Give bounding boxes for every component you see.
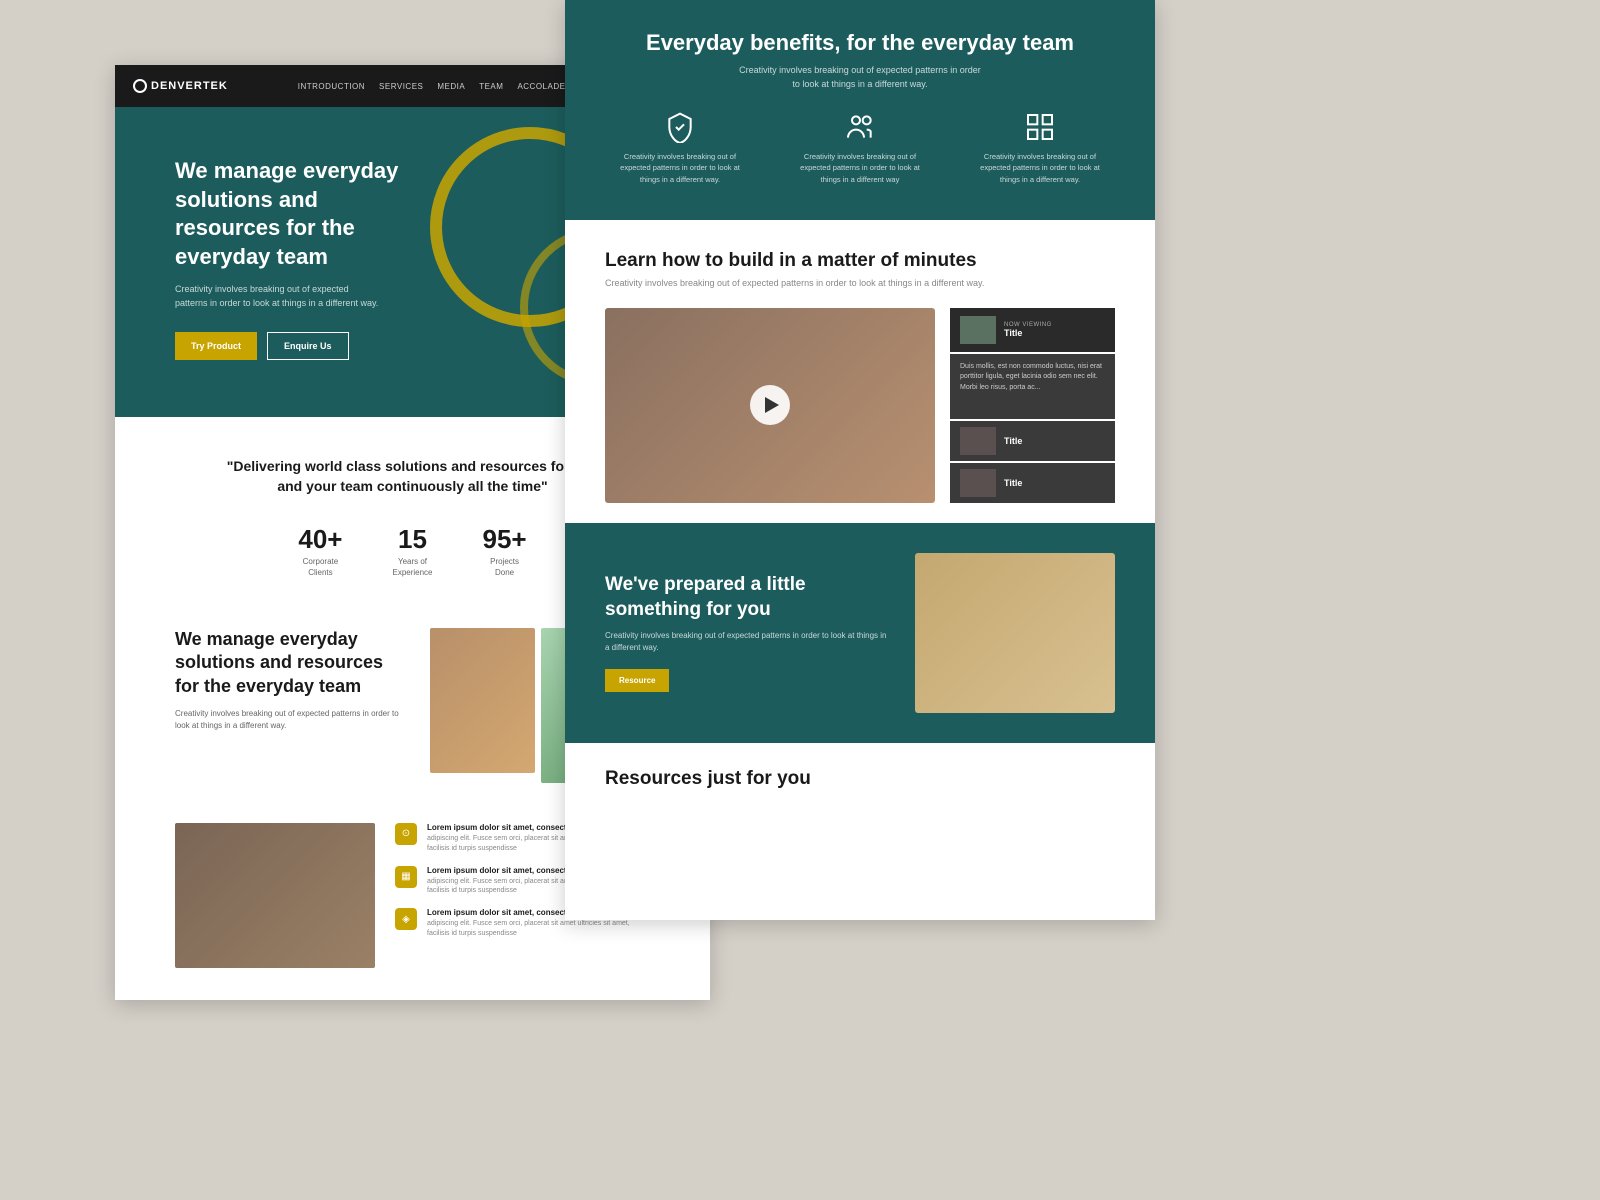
prepared-section: We've prepared a littlesomething for you…	[565, 523, 1155, 743]
prepared-image	[915, 553, 1115, 713]
nav-introduction[interactable]: INTRODUCTION	[298, 82, 365, 91]
feature-desc-3: adipiscing elit. Fusce sem orci, placera…	[427, 919, 650, 939]
benefits-subtitle: Creativity involves breaking out of expe…	[605, 64, 1115, 91]
manage-title: We manage everyday solutions and resourc…	[175, 628, 400, 698]
stat-value-years: 15	[392, 524, 432, 555]
stat-label-clients: CorporateClients	[298, 557, 342, 578]
now-viewing-title: Title	[1004, 328, 1105, 338]
video-list-item-2[interactable]: Title	[950, 463, 1115, 503]
build-subtitle: Creativity involves breaking out of expe…	[605, 278, 1115, 288]
video-thumbnail-2	[960, 469, 996, 497]
features-group-image	[175, 823, 375, 968]
logo-icon	[133, 79, 147, 93]
benefit-item-3: Creativity involves breaking out of expe…	[975, 111, 1105, 185]
stats-quote: "Delivering world class solutions and re…	[213, 457, 613, 496]
stat-value-clients: 40+	[298, 524, 342, 555]
enquire-button[interactable]: Enquire Us	[267, 332, 349, 360]
video-player	[605, 308, 935, 503]
people-icon	[844, 111, 876, 143]
feature-icon-3: ◈	[395, 908, 417, 930]
resources-section: Resources just for you	[565, 743, 1155, 810]
stat-label-projects: ProjectsDone	[483, 557, 527, 578]
benefits-icons: Creativity involves breaking out of expe…	[605, 111, 1115, 185]
video-item-title-2: Title	[1004, 478, 1022, 488]
benefit-desc-1: Creativity involves breaking out of expe…	[615, 151, 745, 185]
stat-label-years: Years ofExperience	[392, 557, 432, 578]
prepared-desc: Creativity involves breaking out of expe…	[605, 630, 890, 654]
nav-media[interactable]: MEDIA	[437, 82, 465, 91]
build-section: Learn how to build in a matter of minute…	[565, 220, 1155, 523]
manage-text: We manage everyday solutions and resourc…	[175, 628, 400, 732]
now-viewing-item: NOW VIEWING Title	[950, 308, 1115, 352]
person-image-1	[430, 628, 535, 773]
grid-icon	[1024, 111, 1056, 143]
video-thumbnail-1	[960, 427, 996, 455]
resource-button[interactable]: Resource	[605, 669, 669, 692]
video-desc-text: Duis mollis, est non commodo luctus, nis…	[960, 362, 1105, 394]
shield-check-icon	[664, 111, 696, 143]
prepared-title: We've prepared a littlesomething for you	[605, 573, 890, 622]
manage-desc: Creativity involves breaking out of expe…	[175, 708, 400, 732]
manage-image-1	[430, 628, 535, 773]
resources-title: Resources just for you	[605, 768, 1115, 790]
try-product-button[interactable]: Try Product	[175, 332, 257, 360]
now-viewing-thumbnail	[960, 316, 996, 344]
nav-team[interactable]: TEAM	[479, 82, 503, 91]
right-browser-window: Everyday benefits, for the everyday team…	[565, 0, 1155, 920]
video-description: Duis mollis, est non commodo luctus, nis…	[950, 354, 1115, 419]
now-viewing-info: NOW VIEWING Title	[1004, 322, 1105, 338]
nav-accolades[interactable]: ACCOLADES	[517, 82, 571, 91]
video-item-title-1: Title	[1004, 436, 1022, 446]
nav-services[interactable]: SERVICES	[379, 82, 423, 91]
video-container: NOW VIEWING Title Duis mollis, est non c…	[605, 308, 1115, 503]
feature-icon-2: ▦	[395, 866, 417, 888]
benefit-item-2: Creativity involves breaking out of expe…	[795, 111, 925, 185]
benefit-desc-2: Creativity involves breaking out of expe…	[795, 151, 925, 185]
stat-years-experience: 15 Years ofExperience	[392, 524, 432, 578]
benefits-section: Everyday benefits, for the everyday team…	[565, 0, 1155, 220]
hero-title: We manage everyday solutions and resourc…	[175, 157, 405, 271]
stat-value-projects: 95+	[483, 524, 527, 555]
benefits-title: Everyday benefits, for the everyday team	[605, 30, 1115, 56]
hero-subtitle: Creativity involves breaking out of expe…	[175, 283, 380, 310]
video-sidebar: NOW VIEWING Title Duis mollis, est non c…	[950, 308, 1115, 503]
stat-corporate-clients: 40+ CorporateClients	[298, 524, 342, 578]
prepared-text: We've prepared a littlesomething for you…	[605, 573, 890, 692]
logo: DENVERTEK	[133, 79, 228, 93]
stat-projects-done: 95+ ProjectsDone	[483, 524, 527, 578]
video-list-item-1[interactable]: Title	[950, 421, 1115, 461]
feature-icon-1: ⊙	[395, 823, 417, 845]
play-button[interactable]	[750, 385, 790, 425]
benefit-item-1: Creativity involves breaking out of expe…	[615, 111, 745, 185]
benefit-desc-3: Creativity involves breaking out of expe…	[975, 151, 1105, 185]
build-title: Learn how to build in a matter of minute…	[605, 250, 1115, 272]
